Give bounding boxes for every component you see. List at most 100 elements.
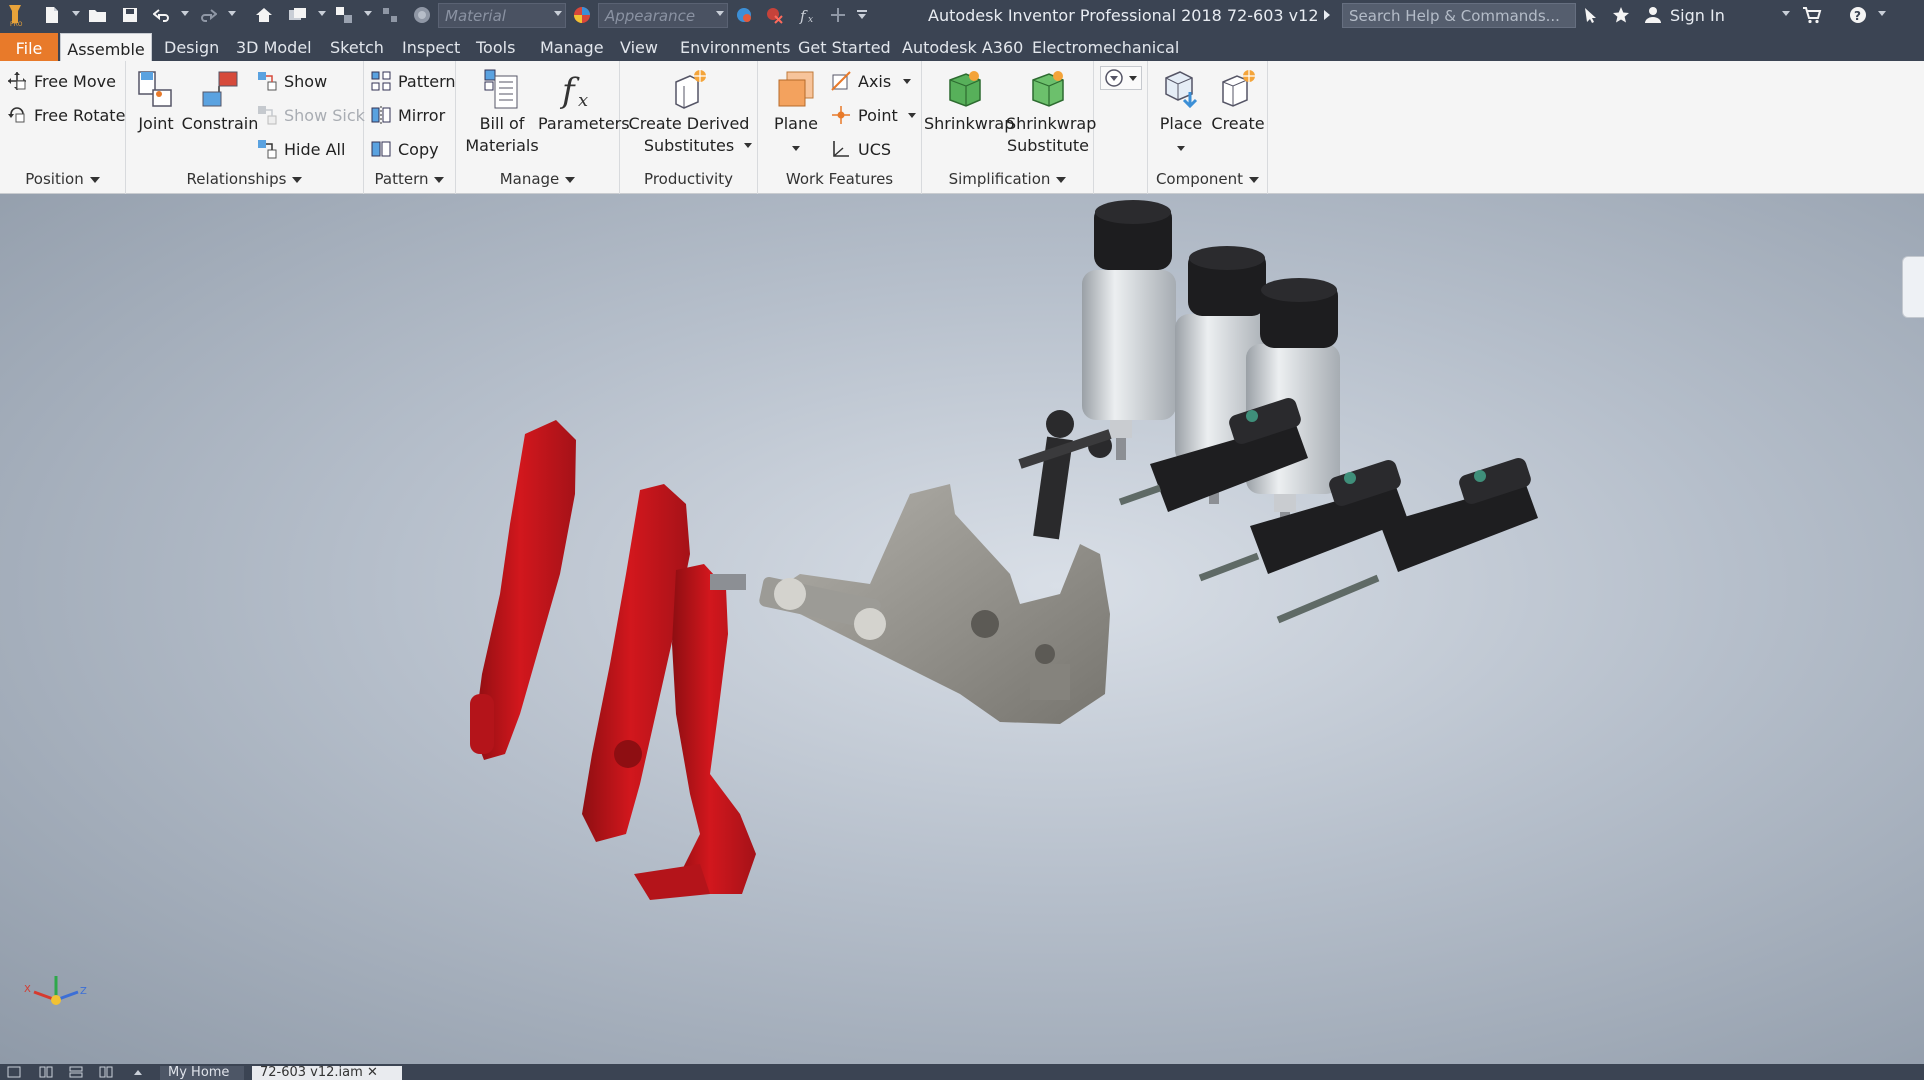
panel-title-position[interactable]: Position — [0, 170, 125, 188]
appearance-icon[interactable] — [570, 4, 594, 26]
tab-my-home[interactable]: My Home — [160, 1066, 244, 1080]
bill-of-materials-button[interactable]: Bill of Materials — [462, 67, 542, 157]
panel-simplification: Shrinkwrap Shrinkwrap Substitute Simplif… — [922, 61, 1096, 194]
chevron-right-icon[interactable] — [1320, 4, 1334, 26]
tab-active-document[interactable]: 72-603 v12.iam ✕ — [252, 1066, 402, 1080]
undo-icon[interactable] — [150, 4, 174, 26]
doc-list-arrow-icon[interactable] — [130, 1064, 146, 1080]
tab-autodesk-a360[interactable]: Autodesk A360 — [902, 35, 1023, 61]
star-icon[interactable] — [1610, 4, 1632, 26]
clear-appearance-icon[interactable] — [762, 4, 786, 26]
plane-dropdown-arrow[interactable] — [792, 146, 800, 151]
assembly-model[interactable] — [0, 194, 1924, 1064]
cart-icon[interactable] — [1800, 4, 1824, 26]
tab-inspect[interactable]: Inspect — [402, 35, 460, 61]
cascade-icon[interactable] — [36, 1064, 56, 1080]
open-icon[interactable] — [86, 4, 110, 26]
parameters-label: Parameters — [538, 114, 630, 133]
pattern-button[interactable]: Pattern — [370, 68, 456, 94]
place-button[interactable]: Place — [1154, 67, 1208, 157]
show-button[interactable]: Show — [256, 68, 327, 94]
tab-manage[interactable]: Manage — [540, 35, 604, 61]
panel-title-pattern[interactable]: Pattern — [364, 170, 455, 188]
axis-button[interactable]: Axis — [830, 68, 912, 94]
ucs-button[interactable]: UCS — [830, 136, 891, 162]
free-rotate-icon — [6, 104, 28, 126]
plus-icon[interactable] — [826, 4, 850, 26]
parameters-button[interactable]: fx Parameters — [538, 67, 630, 135]
axis-dropdown-arrow[interactable] — [903, 78, 912, 84]
binoculars-icon[interactable] — [1580, 4, 1602, 26]
copy-button[interactable]: Copy — [370, 136, 439, 162]
tab-electromechanical[interactable]: Electromechanical — [1032, 35, 1179, 61]
point-dropdown-arrow[interactable] — [907, 112, 916, 118]
arrange-horizontal-icon[interactable] — [66, 1064, 86, 1080]
create-derived-substitutes-button[interactable]: Create Derived Substitutes — [620, 67, 758, 157]
update-icon[interactable] — [378, 4, 402, 26]
pedal-box-base[interactable] — [770, 410, 1112, 724]
select-filter-icon[interactable] — [332, 4, 356, 26]
plane-button[interactable]: Plane — [766, 67, 826, 157]
tab-assemble[interactable]: Assemble — [60, 33, 152, 63]
free-rotate-button[interactable]: Free Rotate — [6, 102, 125, 128]
shrinkwrap-button[interactable]: Shrinkwrap — [924, 67, 1014, 135]
free-move-icon — [6, 70, 28, 92]
panel-title-manage[interactable]: Manage — [456, 170, 619, 188]
tab-design[interactable]: Design — [164, 35, 219, 61]
pedal-1[interactable] — [470, 420, 576, 760]
productivity-dropdown-arrow[interactable] — [744, 143, 752, 148]
arrange-vertical-icon[interactable] — [96, 1064, 116, 1080]
adjust-appearance-icon[interactable] — [732, 4, 756, 26]
sign-in-link[interactable]: Sign In — [1670, 6, 1725, 25]
bom-label-line1: Bill of — [479, 114, 525, 133]
tab-file[interactable]: File — [0, 33, 58, 61]
tab-sketch[interactable]: Sketch — [330, 35, 384, 61]
place-dropdown-arrow[interactable] — [1177, 146, 1185, 151]
free-move-button[interactable]: Free Move — [6, 68, 116, 94]
reservoir-1[interactable] — [1082, 200, 1176, 460]
constrain-button[interactable]: Constrain — [180, 67, 260, 135]
create-component-button[interactable]: Create — [1208, 67, 1268, 135]
save-icon[interactable] — [118, 4, 142, 26]
material-select[interactable]: Material — [438, 3, 566, 28]
mirror-button[interactable]: Mirror — [370, 102, 445, 128]
tab-get-started[interactable]: Get Started — [798, 35, 891, 61]
joint-button[interactable]: Joint — [130, 67, 182, 135]
tab-tools[interactable]: Tools — [476, 35, 515, 61]
close-icon[interactable]: ✕ — [367, 1066, 378, 1080]
graphics-viewport[interactable]: X Z — [0, 194, 1924, 1064]
panel-title-component[interactable]: Component — [1148, 170, 1267, 188]
material-globe-icon[interactable] — [410, 4, 434, 26]
inventor-logo-icon[interactable]: PRO — [4, 4, 26, 27]
svg-text:x: x — [808, 15, 813, 24]
hide-all-button[interactable]: Hide All — [256, 136, 345, 162]
tab-view[interactable]: View — [620, 35, 658, 61]
new-icon[interactable] — [40, 4, 64, 26]
viewcube[interactable] — [1902, 256, 1924, 318]
customize-qat-icon[interactable] — [852, 4, 872, 26]
create-derived-substitutes-icon — [667, 67, 711, 111]
panel-title-simplification[interactable]: Simplification — [922, 170, 1093, 188]
help-icon[interactable]: ? — [1846, 4, 1870, 26]
point-button[interactable]: Point — [830, 102, 916, 128]
show-icon — [256, 70, 278, 92]
show-sick-button[interactable]: Show Sick — [256, 102, 365, 128]
home-icon[interactable] — [252, 4, 276, 26]
projects-icon[interactable] — [286, 4, 310, 26]
panel-work-features: Plane Axis Point UCS Work Features — [758, 61, 922, 194]
tab-environments[interactable]: Environments — [680, 35, 791, 61]
extra-dropdown-button[interactable] — [1100, 66, 1142, 90]
panel-title-relationships[interactable]: Relationships — [126, 170, 363, 188]
shrinkwrap-substitute-button[interactable]: Shrinkwrap Substitute — [1006, 67, 1096, 157]
hide-all-icon — [256, 138, 278, 160]
redo-icon[interactable] — [196, 4, 220, 26]
panel-title-work-features[interactable]: Work Features — [758, 170, 921, 188]
panel-pattern: Pattern Mirror Copy Pattern — [364, 61, 456, 194]
fx-icon[interactable]: fx — [796, 4, 820, 26]
appearance-select[interactable]: Appearance — [598, 3, 728, 28]
tile-icon[interactable] — [4, 1064, 24, 1080]
panel-title-productivity[interactable]: Productivity — [620, 170, 757, 188]
tab-3d-model[interactable]: 3D Model — [236, 35, 312, 61]
user-icon[interactable] — [1642, 4, 1664, 26]
search-input[interactable]: Search Help & Commands... — [1342, 3, 1576, 28]
